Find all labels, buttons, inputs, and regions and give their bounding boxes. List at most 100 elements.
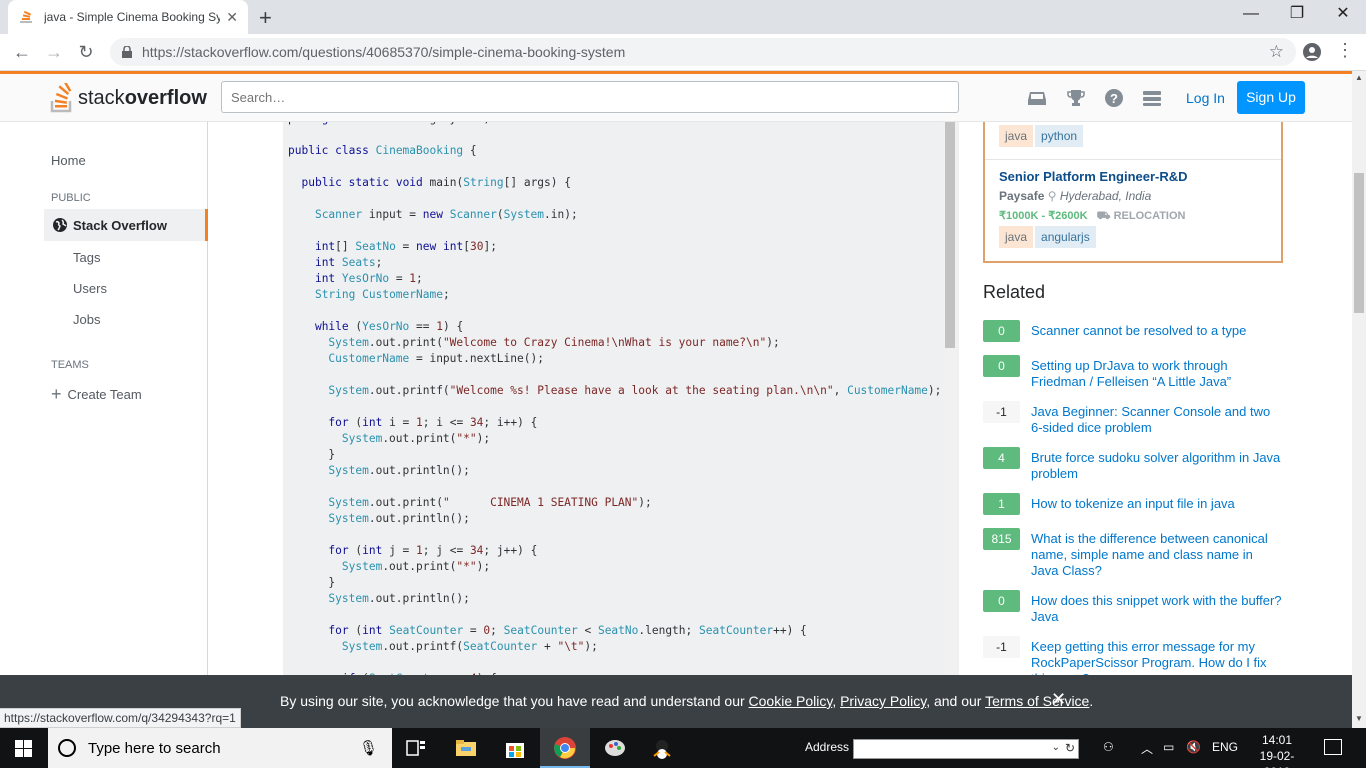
job2-tags: java angularjs bbox=[999, 226, 1098, 248]
new-tab-icon[interactable]: + bbox=[259, 5, 272, 31]
code-scrollbar[interactable] bbox=[943, 122, 957, 675]
cookie-text: By using our site, you acknowledge that … bbox=[280, 693, 749, 709]
reload-icon[interactable]: ↻ bbox=[74, 40, 98, 64]
tag[interactable]: python bbox=[1035, 125, 1084, 147]
store-icon[interactable] bbox=[503, 736, 527, 760]
related-question-link[interactable]: How does this snippet work with the buff… bbox=[1031, 593, 1283, 625]
help-icon[interactable]: ? bbox=[1104, 88, 1124, 108]
back-icon[interactable]: ← bbox=[10, 40, 34, 64]
cortana-icon bbox=[58, 739, 76, 757]
browser-tab[interactable]: java - Simple Cinema Booking Sy ✕ bbox=[8, 0, 248, 34]
job-location: Hyderabad, India bbox=[1059, 189, 1152, 203]
address-toolbar-input[interactable]: ⌄ ↻ bbox=[853, 739, 1079, 759]
terms-of-service-link[interactable]: Terms of Service bbox=[985, 693, 1089, 709]
clock-date: 19-02-2019 bbox=[1259, 749, 1295, 779]
taskbar-search[interactable]: Type here to search 🎙 bbox=[48, 728, 392, 768]
browser-menu-icon[interactable]: ⋮ bbox=[1336, 40, 1354, 61]
truck-icon: ⛟ bbox=[1096, 210, 1111, 222]
action-center-icon[interactable] bbox=[1324, 739, 1342, 755]
score-badge: -1 bbox=[983, 636, 1020, 658]
url-text: https://stackoverflow.com/questions/4068… bbox=[142, 44, 626, 60]
chrome-icon[interactable] bbox=[553, 736, 577, 760]
cookie-text: , and our bbox=[926, 693, 986, 709]
job1-tags: java python bbox=[999, 125, 1085, 147]
paint-icon[interactable] bbox=[603, 736, 627, 760]
signup-button[interactable]: Sign Up bbox=[1237, 81, 1305, 114]
nav-jobs[interactable]: Jobs bbox=[73, 312, 100, 327]
divider bbox=[985, 159, 1281, 160]
page-scrollbar-thumb[interactable] bbox=[1354, 173, 1364, 313]
related-question-link[interactable]: Scanner cannot be resolved to a type bbox=[1031, 323, 1283, 339]
cookie-policy-link[interactable]: Cookie Policy bbox=[749, 693, 833, 709]
nav-tags[interactable]: Tags bbox=[73, 250, 100, 265]
job-salary: ₹1000K - ₹2600K bbox=[999, 210, 1088, 222]
site-logo[interactable]: stack overflow bbox=[50, 82, 207, 114]
tab-close-icon[interactable]: ✕ bbox=[226, 9, 238, 26]
minimize-icon[interactable]: — bbox=[1228, 0, 1274, 30]
code-content: package cinema.booking.system; public cl… bbox=[288, 122, 942, 675]
restore-icon[interactable]: ❐ bbox=[1274, 0, 1320, 30]
microphone-icon[interactable]: 🎙 bbox=[359, 739, 378, 757]
status-bubble-url: https://stackoverflow.com/q/34294343?rq=… bbox=[0, 708, 241, 728]
job-relocation: RELOCATION bbox=[1113, 210, 1186, 222]
code-block[interactable]: package cinema.booking.system; public cl… bbox=[283, 122, 959, 675]
close-window-icon[interactable]: ✕ bbox=[1320, 0, 1366, 30]
task-view-icon[interactable] bbox=[404, 736, 428, 760]
cookie-close-icon[interactable]: ✕ bbox=[1051, 689, 1066, 710]
windows-start-icon[interactable] bbox=[15, 740, 32, 757]
volume-muted-icon[interactable]: 🔇 bbox=[1186, 740, 1201, 754]
cookie-text: , bbox=[832, 693, 841, 709]
tag[interactable]: java bbox=[999, 125, 1034, 147]
related-question-link[interactable]: How to tokenize an input file in java bbox=[1031, 496, 1283, 512]
related-question-link[interactable]: Brute force sudoku solver algorithm in J… bbox=[1031, 450, 1283, 482]
app-icon[interactable] bbox=[650, 736, 674, 760]
nav-create-team-label: Create Team bbox=[67, 387, 142, 402]
location-pin-icon: ⚲ bbox=[1047, 189, 1057, 203]
scroll-down-arrow-icon[interactable]: ▼ bbox=[1355, 714, 1363, 723]
logo-text-overflow: overflow bbox=[124, 86, 207, 109]
people-icon[interactable]: ⚇ bbox=[1103, 740, 1114, 754]
login-link[interactable]: Log In bbox=[1186, 90, 1225, 106]
related-question-link[interactable]: Setting up DrJava to work through Friedm… bbox=[1031, 358, 1283, 390]
taskbar-search-placeholder: Type here to search bbox=[88, 739, 221, 757]
cookie-message: By using our site, you acknowledge that … bbox=[280, 693, 1093, 709]
score-badge: 0 bbox=[983, 320, 1020, 342]
job-title-link[interactable]: Senior Platform Engineer-R&D bbox=[999, 169, 1188, 184]
stackoverflow-logo-icon bbox=[50, 83, 72, 113]
achievements-trophy-icon[interactable] bbox=[1066, 88, 1086, 108]
nav-stack-overflow[interactable]: Stack Overflow bbox=[44, 209, 208, 241]
system-clock[interactable]: 14:01 19-02-2019 bbox=[1250, 732, 1304, 780]
site-switcher-icon[interactable] bbox=[1142, 88, 1162, 108]
dropdown-arrow-icon[interactable]: ⌄ bbox=[1052, 742, 1060, 753]
tag[interactable]: java bbox=[999, 226, 1034, 248]
related-heading: Related bbox=[983, 282, 1046, 302]
go-icon[interactable]: ↻ bbox=[1065, 741, 1075, 755]
search-input[interactable] bbox=[221, 81, 959, 113]
forward-icon[interactable]: → bbox=[42, 40, 66, 64]
job-company: Paysafe ⚲ Hyderabad, India bbox=[999, 189, 1151, 203]
show-hidden-icons-icon[interactable]: ︿ bbox=[1141, 740, 1153, 757]
code-scrollbar-thumb[interactable] bbox=[945, 122, 955, 348]
nav-users[interactable]: Users bbox=[73, 281, 107, 296]
nav-create-team[interactable]: + Create Team bbox=[51, 384, 142, 405]
related-question-link[interactable]: What is the difference between canonical… bbox=[1031, 531, 1283, 579]
inbox-icon[interactable] bbox=[1027, 88, 1047, 108]
score-badge: 0 bbox=[983, 590, 1020, 612]
nav-home[interactable]: Home bbox=[51, 153, 86, 168]
language-indicator[interactable]: ENG bbox=[1212, 740, 1238, 754]
account-icon[interactable] bbox=[1302, 42, 1322, 62]
scroll-up-arrow-icon[interactable]: ▲ bbox=[1355, 73, 1363, 82]
related-question-link[interactable]: Java Beginner: Scanner Console and two 6… bbox=[1031, 404, 1283, 436]
omnibox[interactable]: https://stackoverflow.com/questions/4068… bbox=[110, 38, 1296, 66]
nav-stack-overflow-label: Stack Overflow bbox=[73, 217, 167, 233]
bookmark-star-icon[interactable]: ☆ bbox=[1269, 42, 1284, 62]
windows-taskbar: Type here to search 🎙 Address ⌄ ↻ ⚇ ︿ ▭ … bbox=[0, 728, 1366, 779]
privacy-policy-link[interactable]: Privacy Policy bbox=[840, 693, 926, 709]
tag[interactable]: angularjs bbox=[1035, 226, 1096, 248]
plus-icon: + bbox=[51, 384, 62, 404]
network-icon[interactable]: ▭ bbox=[1163, 740, 1174, 754]
file-explorer-icon[interactable] bbox=[454, 736, 478, 760]
site-header: stackoverflow ? Log In Sign Up bbox=[0, 74, 1352, 122]
lock-icon bbox=[122, 46, 132, 58]
page-scrollbar[interactable]: ▲ ▼ bbox=[1352, 71, 1366, 728]
